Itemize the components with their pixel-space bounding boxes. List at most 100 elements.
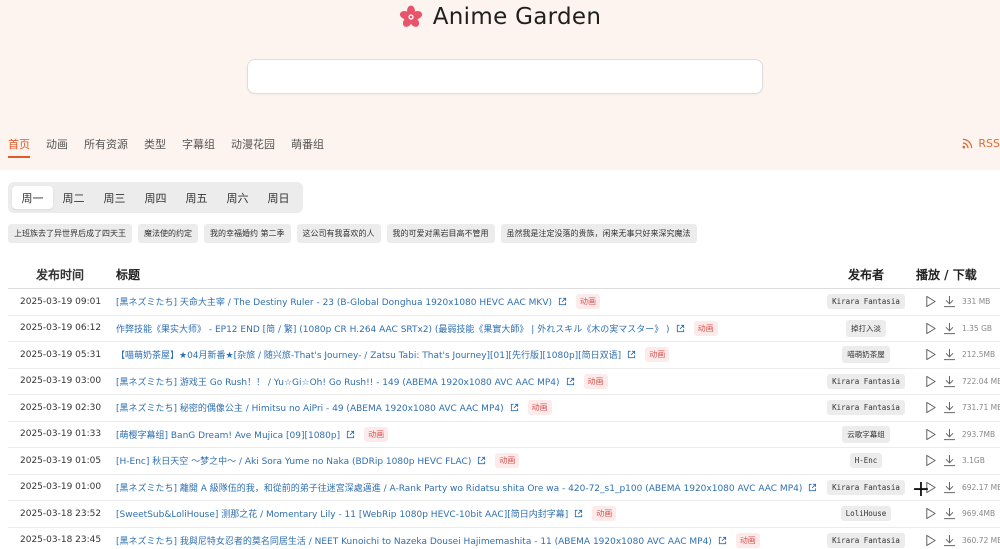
- download-icon[interactable]: [943, 454, 956, 467]
- download-icon[interactable]: [943, 295, 956, 308]
- tab-thursday[interactable]: 周四: [135, 186, 176, 209]
- publisher-badge[interactable]: Kirara Fantasia: [827, 373, 905, 389]
- tab-wednesday[interactable]: 周三: [94, 186, 135, 209]
- play-icon[interactable]: [924, 454, 937, 467]
- download-icon[interactable]: [943, 348, 956, 361]
- series-chip[interactable]: 上班族去了异世界后成了四天王: [8, 224, 132, 243]
- play-icon[interactable]: [924, 507, 937, 520]
- type-badge[interactable]: 动画: [576, 294, 600, 310]
- external-link-icon[interactable]: [627, 350, 636, 359]
- play-icon[interactable]: [924, 295, 937, 308]
- resource-title-link[interactable]: [黑ネズミたち] 天命大主宰 / The Destiny Ruler - 23 …: [116, 295, 552, 308]
- row-date: 2025-03-19 01:05: [20, 455, 102, 466]
- publisher-badge[interactable]: Kirara Fantasia: [827, 294, 905, 310]
- type-badge[interactable]: 动画: [592, 506, 617, 522]
- series-chip[interactable]: 我的可爱对黑岩目高不管用: [386, 224, 495, 243]
- tab-tuesday[interactable]: 周二: [53, 186, 94, 209]
- external-link-icon[interactable]: [808, 483, 816, 492]
- resource-title-link[interactable]: [黑ネズミたち] 我與尼特女忍者的莫名同居生活 / NEET Kunoichi …: [116, 534, 712, 547]
- table-body: 2025-03-19 09:01 [黑ネズミたち] 天命大主宰 / The Des…: [8, 289, 1000, 549]
- download-icon[interactable]: [943, 322, 956, 335]
- nav-item-bangumi-moe[interactable]: 萌番组: [291, 136, 324, 158]
- download-icon[interactable]: [943, 375, 956, 388]
- rss-label: RSS: [978, 137, 1000, 150]
- resource-title-link[interactable]: [黑ネズミたち] 游戏王 Go Rush！！ / Yu☆Gi☆Oh! Go Ru…: [116, 375, 560, 388]
- external-link-icon[interactable]: [566, 377, 575, 386]
- type-badge[interactable]: 动画: [693, 320, 718, 336]
- row-date: 2025-03-19 02:30: [20, 402, 102, 413]
- type-badge[interactable]: 动画: [364, 426, 389, 442]
- series-chip[interactable]: 这公司有我喜欢的人: [296, 224, 381, 243]
- publisher-badge[interactable]: 掉打入淡: [846, 319, 886, 337]
- download-icon[interactable]: [943, 401, 956, 414]
- external-link-icon[interactable]: [718, 536, 727, 545]
- series-chip[interactable]: 魔法使的约定: [138, 224, 198, 243]
- play-icon[interactable]: [924, 348, 937, 361]
- resource-title-link[interactable]: [H-Enc] 秋日天空 ～梦之中～ / Aki Sora Yume no Na…: [116, 454, 471, 467]
- publisher-badge[interactable]: LoliHouse: [840, 506, 892, 522]
- series-chip[interactable]: 虽然我是注定没落的贵族，闲来无事只好来深究魔法: [500, 224, 697, 243]
- type-badge[interactable]: 动画: [495, 453, 520, 469]
- header-publisher: 发布者: [847, 267, 884, 282]
- tab-saturday[interactable]: 周六: [217, 186, 258, 209]
- file-size: 731.71 MB: [962, 403, 1000, 413]
- external-link-icon[interactable]: [558, 297, 567, 306]
- file-size: 293.7MB: [962, 429, 996, 439]
- resource-table: 发布时间 标题 发布者 播放 / 下载 2025-03-19 09:01 [黑ネズ…: [8, 260, 1000, 549]
- resource-title-link[interactable]: [黑ネズミたち] 秘密的偶像公主 / Himitsu no AiPri - 49…: [116, 401, 504, 414]
- tab-sunday[interactable]: 周日: [258, 186, 299, 209]
- nav-item-all-resources[interactable]: 所有资源: [84, 136, 128, 158]
- nav-item-dmhy[interactable]: 动漫花园: [231, 136, 275, 158]
- row-publisher-cell: Kirara Fantasia: [816, 532, 916, 548]
- row-publisher-cell: 云歌字幕组: [816, 425, 916, 443]
- download-icon[interactable]: [943, 534, 956, 547]
- tab-monday[interactable]: 周一: [12, 186, 53, 209]
- nav-item-fansub[interactable]: 字幕组: [182, 136, 215, 158]
- play-icon[interactable]: [924, 534, 937, 547]
- resource-title-link[interactable]: 作弊技能《果实大师》 - EP12 END [简 / 繁] (1080p CR …: [116, 322, 670, 335]
- row-actions: 969.4MB: [916, 507, 1000, 520]
- row-publisher-cell: 喵萌奶茶屋: [816, 346, 916, 364]
- nav-item-home[interactable]: 首页: [8, 136, 30, 158]
- publisher-badge[interactable]: H-Enc: [849, 453, 883, 469]
- publisher-badge[interactable]: Kirara Fantasia: [827, 532, 905, 548]
- external-link-icon[interactable]: [510, 403, 519, 412]
- series-chip[interactable]: 我的幸福婚约 第二季: [204, 224, 291, 243]
- type-badge[interactable]: 动画: [735, 532, 760, 548]
- row-publisher-cell: Kirara Fantasia: [816, 400, 916, 416]
- type-badge[interactable]: 动画: [583, 373, 608, 389]
- download-icon[interactable]: [943, 481, 956, 494]
- external-link-icon[interactable]: [346, 430, 355, 439]
- table-row: 2025-03-18 23:52 [SweetSub&LoliHouse] 测那之…: [8, 501, 1000, 528]
- type-badge[interactable]: 动画: [527, 400, 552, 416]
- publisher-badge[interactable]: Kirara Fantasia: [827, 479, 905, 495]
- rss-link[interactable]: RSS: [962, 137, 1000, 150]
- nav-item-anime[interactable]: 动画: [46, 136, 68, 158]
- row-actions: 722.04 MB: [916, 375, 1000, 388]
- external-link-icon[interactable]: [477, 456, 486, 465]
- publisher-badge[interactable]: 喵萌奶茶屋: [842, 346, 890, 364]
- brand[interactable]: Anime Garden: [0, 4, 1000, 30]
- brand-title: Anime Garden: [432, 4, 602, 30]
- publisher-badge[interactable]: Kirara Fantasia: [827, 400, 905, 416]
- search-input[interactable]: [247, 59, 763, 94]
- download-icon[interactable]: [943, 507, 956, 520]
- type-badge[interactable]: 动画: [645, 347, 670, 363]
- table-row: 2025-03-19 02:30 [黑ネズミたち] 秘密的偶像公主 / Himit…: [8, 395, 1000, 422]
- table-row: 2025-03-19 01:33 [萌樱字幕组] BanG Dream! Ave …: [8, 422, 1000, 448]
- play-icon[interactable]: [924, 322, 937, 335]
- resource-title-link[interactable]: [萌樱字幕组] BanG Dream! Ave Mujica [09][1080…: [116, 428, 340, 441]
- external-link-icon[interactable]: [676, 324, 685, 333]
- download-icon[interactable]: [943, 428, 956, 441]
- tab-friday[interactable]: 周五: [176, 186, 217, 209]
- play-icon[interactable]: [924, 375, 937, 388]
- resource-title-link[interactable]: [黑ネズミたち] 離開 A 級隊伍的我，和從前的弟子往迷宮深處邁進 / A-Ra…: [116, 481, 802, 494]
- play-icon[interactable]: [924, 401, 937, 414]
- play-icon[interactable]: [924, 428, 937, 441]
- resource-title-link[interactable]: 【喵萌奶茶屋】★04月新番★[杂旅 / 随兴旅-That's Journey- …: [116, 348, 621, 361]
- resource-title-link[interactable]: [SweetSub&LoliHouse] 测那之花 / Momentary Li…: [116, 507, 568, 520]
- nav-item-types[interactable]: 类型: [144, 136, 166, 158]
- rss-icon: [962, 138, 973, 149]
- external-link-icon[interactable]: [574, 509, 583, 518]
- publisher-badge[interactable]: 云歌字幕组: [842, 425, 890, 443]
